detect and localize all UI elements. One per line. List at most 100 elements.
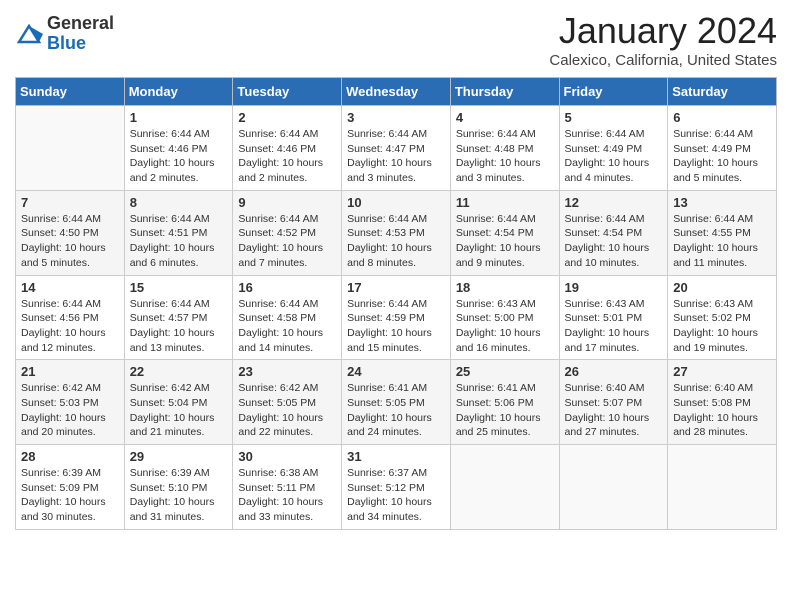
day-number: 29 (130, 449, 228, 464)
day-info: Sunrise: 6:37 AMSunset: 5:12 PMDaylight:… (347, 466, 445, 525)
day-cell: 10Sunrise: 6:44 AMSunset: 4:53 PMDayligh… (342, 190, 451, 275)
week-row-5: 28 Sunrise: 6:39 AMSunset: 5:09 PMDayligh… (16, 445, 777, 530)
logo-text: General Blue (47, 14, 114, 54)
day-info: Sunrise: 6:43 AMSunset: 5:02 PMDaylight:… (673, 297, 771, 356)
day-number: 23 (238, 364, 336, 379)
day-cell: 16Sunrise: 6:44 AMSunset: 4:58 PMDayligh… (233, 275, 342, 360)
day-info: Sunrise: 6:41 AMSunset: 5:06 PMDaylight:… (456, 381, 554, 440)
day-cell: 6 Sunrise: 6:44 AMSunset: 4:49 PMDaylight… (668, 106, 777, 191)
day-number: 12 (565, 195, 663, 210)
day-info: Sunrise: 6:39 AMSunset: 5:09 PMDaylight:… (21, 466, 119, 525)
day-cell (559, 445, 668, 530)
day-number: 30 (238, 449, 336, 464)
day-cell: 23 Sunrise: 6:42 AMSunset: 5:05 PMDayligh… (233, 360, 342, 445)
day-info: Sunrise: 6:44 AMSunset: 4:46 PMDaylight:… (130, 127, 228, 186)
day-info: Sunrise: 6:42 AMSunset: 5:03 PMDaylight:… (21, 381, 119, 440)
day-cell (450, 445, 559, 530)
day-cell: 29 Sunrise: 6:39 AMSunset: 5:10 PMDayligh… (124, 445, 233, 530)
day-number: 1 (130, 110, 228, 125)
header-day-tuesday: Tuesday (233, 78, 342, 106)
day-info: Sunrise: 6:44 AMSunset: 4:49 PMDaylight:… (565, 127, 663, 186)
day-info: Sunrise: 6:44 AMSunset: 4:50 PMDaylight:… (21, 212, 119, 271)
day-number: 14 (21, 280, 119, 295)
day-info: Sunrise: 6:43 AMSunset: 5:00 PMDaylight:… (456, 297, 554, 356)
day-cell (668, 445, 777, 530)
day-cell: 8Sunrise: 6:44 AMSunset: 4:51 PMDaylight… (124, 190, 233, 275)
day-info: Sunrise: 6:42 AMSunset: 5:05 PMDaylight:… (238, 381, 336, 440)
header-day-saturday: Saturday (668, 78, 777, 106)
day-cell: 1 Sunrise: 6:44 AMSunset: 4:46 PMDaylight… (124, 106, 233, 191)
day-cell: 22Sunrise: 6:42 AMSunset: 5:04 PMDayligh… (124, 360, 233, 445)
title-block: January 2024 Calexico, California, Unite… (549, 10, 777, 69)
day-number: 3 (347, 110, 445, 125)
day-cell: 26 Sunrise: 6:40 AMSunset: 5:07 PMDayligh… (559, 360, 668, 445)
day-cell: 18 Sunrise: 6:43 AMSunset: 5:00 PMDayligh… (450, 275, 559, 360)
logo: General Blue (15, 14, 114, 54)
day-cell (16, 106, 125, 191)
day-cell: 24 Sunrise: 6:41 AMSunset: 5:05 PMDayligh… (342, 360, 451, 445)
day-cell: 28 Sunrise: 6:39 AMSunset: 5:09 PMDayligh… (16, 445, 125, 530)
day-number: 21 (21, 364, 119, 379)
day-info: Sunrise: 6:44 AMSunset: 4:54 PMDaylight:… (565, 212, 663, 271)
day-number: 2 (238, 110, 336, 125)
day-cell: 25 Sunrise: 6:41 AMSunset: 5:06 PMDayligh… (450, 360, 559, 445)
day-number: 24 (347, 364, 445, 379)
day-number: 20 (673, 280, 771, 295)
day-number: 28 (21, 449, 119, 464)
day-number: 31 (347, 449, 445, 464)
day-cell: 11Sunrise: 6:44 AMSunset: 4:54 PMDayligh… (450, 190, 559, 275)
day-info: Sunrise: 6:44 AMSunset: 4:51 PMDaylight:… (130, 212, 228, 271)
day-number: 9 (238, 195, 336, 210)
day-number: 25 (456, 364, 554, 379)
day-cell: 19 Sunrise: 6:43 AMSunset: 5:01 PMDayligh… (559, 275, 668, 360)
day-number: 22 (130, 364, 228, 379)
day-number: 4 (456, 110, 554, 125)
calendar-table: SundayMondayTuesdayWednesdayThursdayFrid… (15, 77, 777, 530)
week-row-4: 21 Sunrise: 6:42 AMSunset: 5:03 PMDayligh… (16, 360, 777, 445)
day-number: 26 (565, 364, 663, 379)
day-info: Sunrise: 6:44 AMSunset: 4:46 PMDaylight:… (238, 127, 336, 186)
header-day-wednesday: Wednesday (342, 78, 451, 106)
day-info: Sunrise: 6:40 AMSunset: 5:07 PMDaylight:… (565, 381, 663, 440)
logo-blue-text: Blue (47, 34, 114, 54)
day-number: 13 (673, 195, 771, 210)
day-info: Sunrise: 6:44 AMSunset: 4:47 PMDaylight:… (347, 127, 445, 186)
day-info: Sunrise: 6:44 AMSunset: 4:49 PMDaylight:… (673, 127, 771, 186)
day-number: 18 (456, 280, 554, 295)
day-info: Sunrise: 6:44 AMSunset: 4:54 PMDaylight:… (456, 212, 554, 271)
header-day-thursday: Thursday (450, 78, 559, 106)
day-info: Sunrise: 6:44 AMSunset: 4:58 PMDaylight:… (238, 297, 336, 356)
day-info: Sunrise: 6:44 AMSunset: 4:52 PMDaylight:… (238, 212, 336, 271)
day-info: Sunrise: 6:44 AMSunset: 4:53 PMDaylight:… (347, 212, 445, 271)
day-cell: 7 Sunrise: 6:44 AMSunset: 4:50 PMDaylight… (16, 190, 125, 275)
day-info: Sunrise: 6:44 AMSunset: 4:59 PMDaylight:… (347, 297, 445, 356)
day-cell: 17 Sunrise: 6:44 AMSunset: 4:59 PMDayligh… (342, 275, 451, 360)
day-info: Sunrise: 6:44 AMSunset: 4:57 PMDaylight:… (130, 297, 228, 356)
day-cell: 3 Sunrise: 6:44 AMSunset: 4:47 PMDaylight… (342, 106, 451, 191)
day-info: Sunrise: 6:40 AMSunset: 5:08 PMDaylight:… (673, 381, 771, 440)
day-cell: 13 Sunrise: 6:44 AMSunset: 4:55 PMDayligh… (668, 190, 777, 275)
day-number: 19 (565, 280, 663, 295)
day-info: Sunrise: 6:44 AMSunset: 4:55 PMDaylight:… (673, 212, 771, 271)
day-cell: 30Sunrise: 6:38 AMSunset: 5:11 PMDayligh… (233, 445, 342, 530)
day-number: 17 (347, 280, 445, 295)
header-day-sunday: Sunday (16, 78, 125, 106)
calendar-body: 1 Sunrise: 6:44 AMSunset: 4:46 PMDaylight… (16, 106, 777, 530)
day-cell: 21 Sunrise: 6:42 AMSunset: 5:03 PMDayligh… (16, 360, 125, 445)
day-info: Sunrise: 6:43 AMSunset: 5:01 PMDaylight:… (565, 297, 663, 356)
logo-general-text: General (47, 14, 114, 34)
day-cell: 31 Sunrise: 6:37 AMSunset: 5:12 PMDayligh… (342, 445, 451, 530)
day-number: 6 (673, 110, 771, 125)
day-info: Sunrise: 6:41 AMSunset: 5:05 PMDaylight:… (347, 381, 445, 440)
header-day-friday: Friday (559, 78, 668, 106)
location-text: Calexico, California, United States (549, 52, 777, 69)
day-cell: 5 Sunrise: 6:44 AMSunset: 4:49 PMDaylight… (559, 106, 668, 191)
week-row-2: 7 Sunrise: 6:44 AMSunset: 4:50 PMDaylight… (16, 190, 777, 275)
day-number: 5 (565, 110, 663, 125)
day-info: Sunrise: 6:44 AMSunset: 4:48 PMDaylight:… (456, 127, 554, 186)
day-number: 7 (21, 195, 119, 210)
month-title: January 2024 (549, 10, 777, 52)
day-cell: 12 Sunrise: 6:44 AMSunset: 4:54 PMDayligh… (559, 190, 668, 275)
day-info: Sunrise: 6:39 AMSunset: 5:10 PMDaylight:… (130, 466, 228, 525)
day-number: 15 (130, 280, 228, 295)
